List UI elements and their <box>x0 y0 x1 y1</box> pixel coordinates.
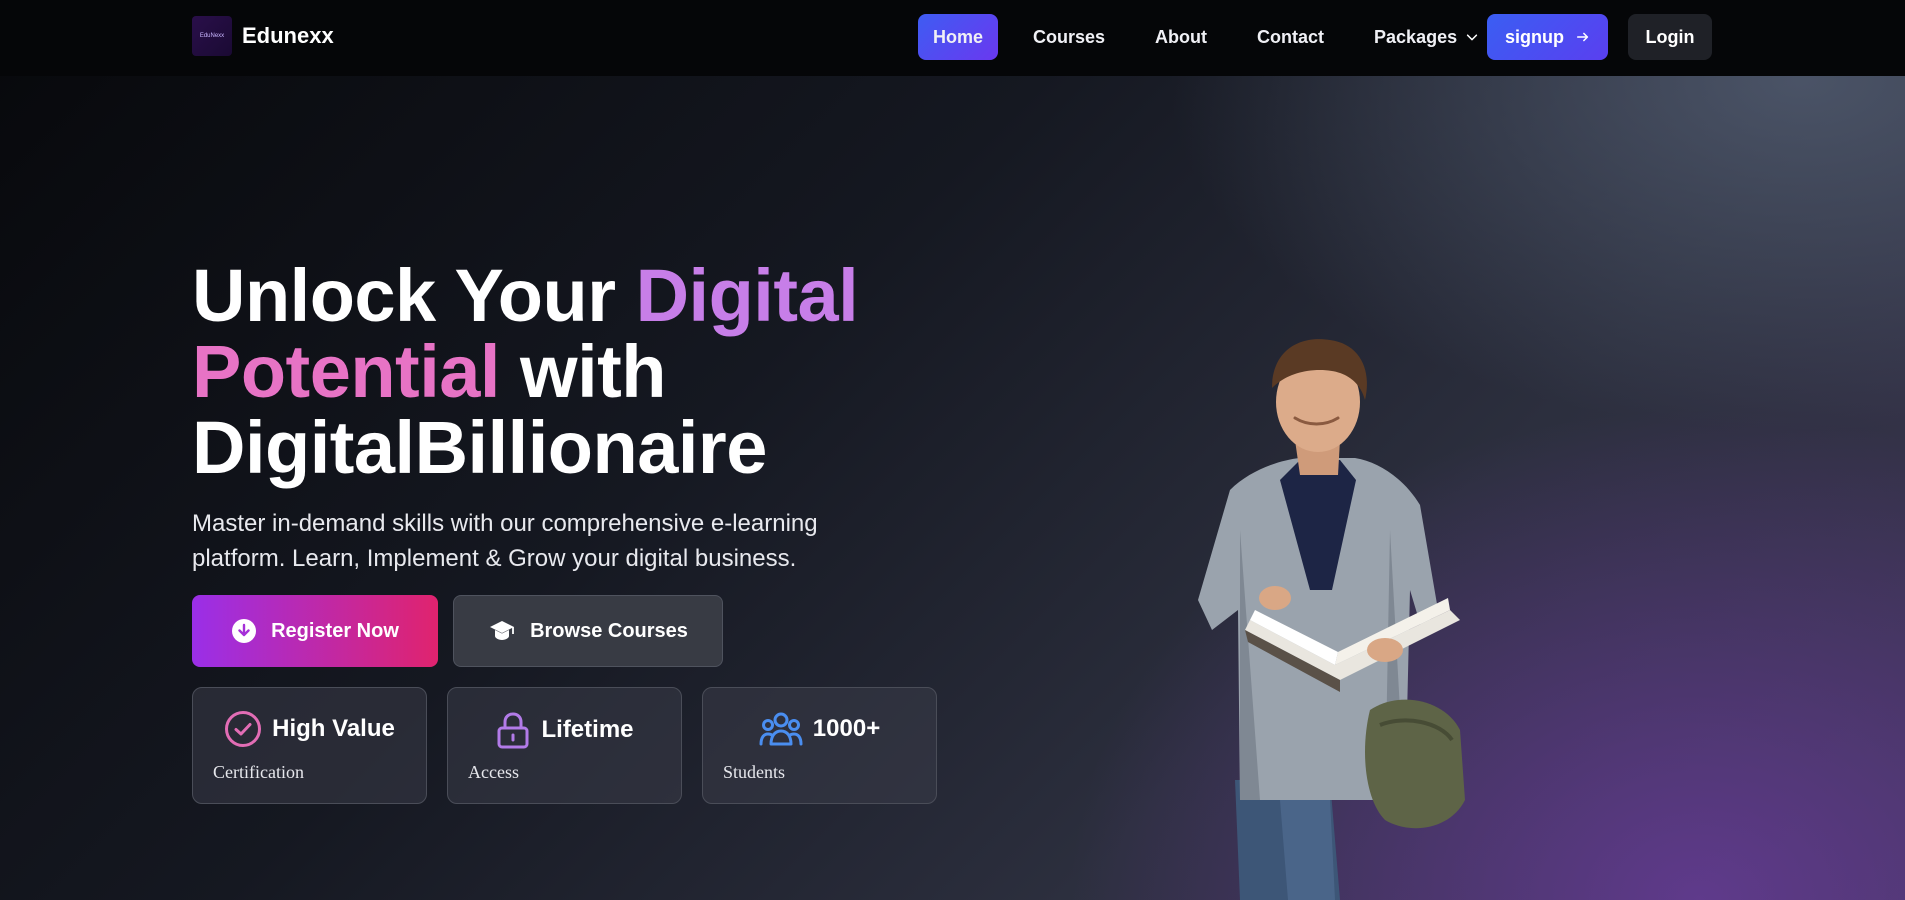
hero-subtitle: Master in-demand skills with our compreh… <box>192 510 818 572</box>
stat-label: Certification <box>213 762 304 782</box>
navbar: EduNexx Edunexx Home Courses About Conta… <box>0 0 1905 76</box>
nav-links: Home Courses About Contact Packages <box>918 14 1514 60</box>
stat-value: Lifetime <box>541 716 634 743</box>
student-reading-book-image <box>1198 339 1465 900</box>
brand-name: Edunexx <box>242 23 334 48</box>
graduation-cap-icon <box>490 621 515 640</box>
stat-label: Students <box>723 762 786 782</box>
arrow-right-icon <box>1576 32 1589 42</box>
users-icon <box>759 712 803 746</box>
browse-courses-button[interactable]: Browse Courses <box>453 595 723 667</box>
signup-button[interactable]: signup <box>1487 14 1608 60</box>
nav-item-about[interactable]: About <box>1140 14 1222 60</box>
stat-value: High Value <box>272 715 395 742</box>
hero-title: Unlock Your Digital Potential with Digit… <box>192 254 859 489</box>
download-circle-icon <box>232 619 257 643</box>
nav-item-packages[interactable]: Packages <box>1359 14 1494 60</box>
nav-item-contact[interactable]: Contact <box>1242 14 1339 60</box>
brand-logo: EduNexx <box>192 16 232 56</box>
title-highlight-potential: Potential <box>192 330 500 413</box>
login-button[interactable]: Login <box>1628 14 1712 60</box>
brand[interactable]: EduNexx Edunexx <box>192 16 334 56</box>
chevron-down-icon <box>1466 34 1478 41</box>
stat-label: Access <box>468 762 519 782</box>
check-circle-icon <box>225 711 262 747</box>
lock-icon <box>497 712 529 749</box>
nav-item-home[interactable]: Home <box>918 14 999 60</box>
stat-card-access: Lifetime Access <box>447 687 682 804</box>
stat-card-students: 1000+ Students <box>702 687 937 804</box>
nav-item-courses[interactable]: Courses <box>1018 14 1120 60</box>
title-highlight-digital: Digital <box>635 254 859 337</box>
stat-card-certification: High Value Certification <box>192 687 427 804</box>
register-now-button[interactable]: Register Now <box>192 595 438 667</box>
stat-value: 1000+ <box>812 715 881 742</box>
